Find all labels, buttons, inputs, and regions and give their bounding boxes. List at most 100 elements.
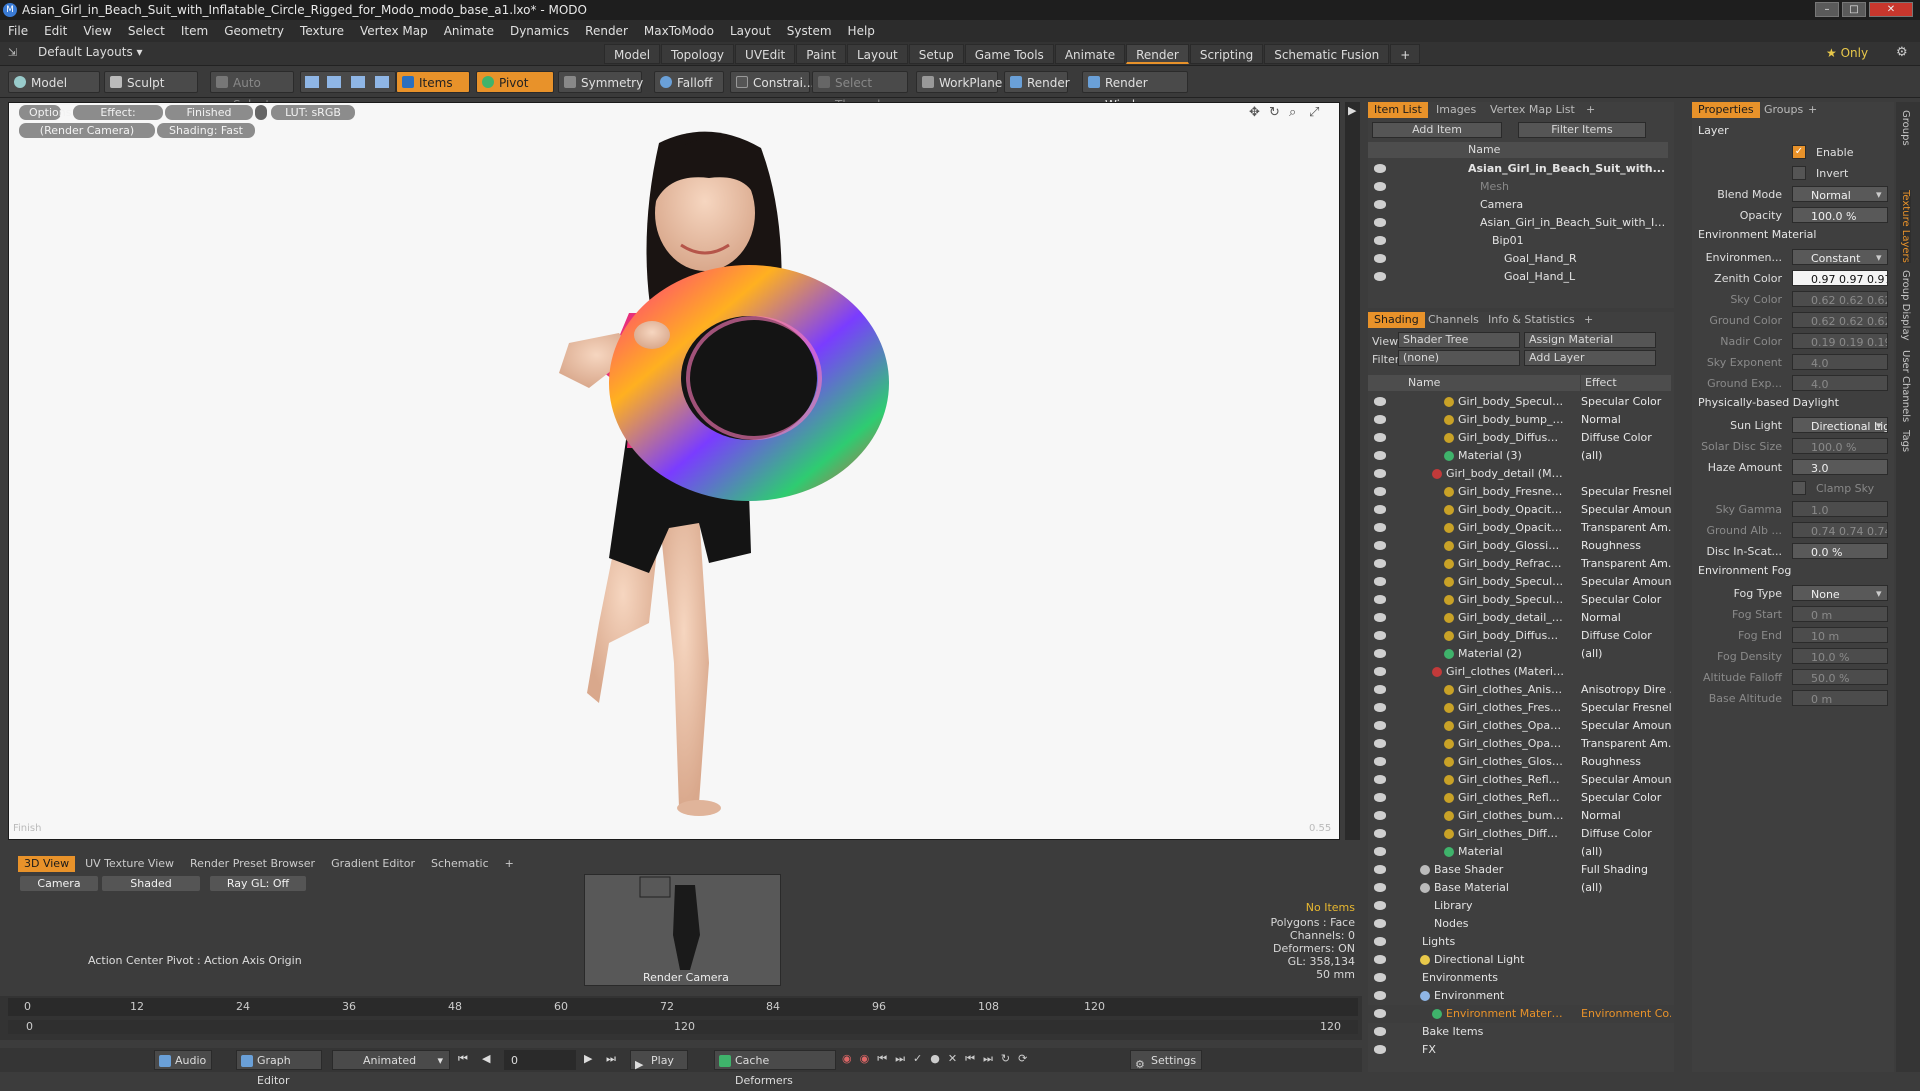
eye-icon[interactable] bbox=[1374, 613, 1386, 622]
prev-key-icon[interactable]: ⏮ bbox=[877, 1052, 887, 1066]
eye-icon[interactable] bbox=[1374, 919, 1386, 928]
item-list-row[interactable]: Bip01 bbox=[1368, 232, 1674, 250]
menu-layout[interactable]: Layout bbox=[722, 20, 779, 42]
play-arrow-icon[interactable]: ▶ bbox=[1348, 104, 1356, 117]
eye-icon[interactable] bbox=[1374, 595, 1386, 604]
filter-items-field[interactable]: Filter Items bbox=[1518, 122, 1646, 138]
eye-icon[interactable] bbox=[1374, 811, 1386, 820]
layout-tab-paint[interactable]: Paint bbox=[796, 44, 846, 64]
model-mode-button[interactable]: Model bbox=[8, 71, 100, 93]
animated-dropdown[interactable]: Animated ▾ bbox=[332, 1050, 450, 1070]
layout-tab-setup[interactable]: Setup bbox=[908, 44, 964, 64]
shader-layer-effect[interactable]: Normal bbox=[1581, 411, 1671, 429]
eye-icon[interactable] bbox=[1374, 1045, 1386, 1054]
pin-icon[interactable] bbox=[255, 105, 267, 120]
property-field[interactable]: 0.97 0.97 0.97 bbox=[1792, 270, 1888, 286]
shader-layer-effect[interactable]: Normal bbox=[1581, 609, 1671, 627]
layout-tab-animate[interactable]: Animate bbox=[1054, 44, 1126, 64]
shading-dropdown[interactable]: Shading: Fast bbox=[157, 123, 255, 138]
view-tab-4[interactable]: Schematic bbox=[425, 856, 495, 872]
layout-tab-uvedit[interactable]: UVEdit bbox=[735, 44, 796, 64]
property-field[interactable]: 0.0 % bbox=[1792, 543, 1888, 559]
property-field[interactable]: 4.0 bbox=[1792, 375, 1888, 391]
shader-tree-row[interactable]: Girl_clothes_Opacit... Transparent Am... bbox=[1368, 735, 1674, 753]
eye-icon[interactable] bbox=[1374, 469, 1386, 478]
eye-icon[interactable] bbox=[1374, 487, 1386, 496]
shader-tree-row[interactable]: Lights bbox=[1368, 933, 1674, 951]
eye-icon[interactable] bbox=[1374, 200, 1386, 209]
shader-tree-row[interactable]: Girl_body_Diffuse (... Diffuse Color bbox=[1368, 627, 1674, 645]
workplane-button[interactable]: WorkPlane bbox=[916, 71, 1002, 93]
shader-tree-row[interactable]: Library bbox=[1368, 897, 1674, 915]
falloff-button[interactable]: Falloff bbox=[654, 71, 724, 93]
eye-icon[interactable] bbox=[1374, 541, 1386, 550]
eye-icon[interactable] bbox=[1374, 649, 1386, 658]
play-button[interactable]: ▶ Play bbox=[630, 1050, 688, 1071]
render-camera-dropdown[interactable]: (Render Camera) bbox=[19, 123, 155, 138]
layout-tab-model[interactable]: Model bbox=[604, 44, 661, 64]
audio-button[interactable]: Audio bbox=[154, 1050, 212, 1070]
eye-icon[interactable] bbox=[1374, 775, 1386, 784]
first-frame-icon[interactable]: ⏮ bbox=[458, 1052, 468, 1066]
timeline[interactable]: 0 12 24 36 48 60 72 84 96 108 120 0 120 120 bbox=[0, 996, 1362, 1040]
filter-dropdown[interactable]: (none) bbox=[1398, 350, 1520, 366]
shader-tree-row[interactable]: Girl_clothes_Fresn ... Specular Fresnel bbox=[1368, 699, 1674, 717]
only-toggle[interactable]: ★ Only bbox=[1826, 46, 1868, 60]
shader-tree-row[interactable]: Environments bbox=[1368, 969, 1674, 987]
sculpt-mode-button[interactable]: Sculpt bbox=[104, 71, 198, 93]
shader-tree-row[interactable]: Material (all) bbox=[1368, 843, 1674, 861]
layout-tab-schematic-fusion[interactable]: Schematic Fusion bbox=[1264, 44, 1390, 64]
pan-icon[interactable]: ✥ bbox=[1249, 105, 1260, 120]
edges-icon[interactable] bbox=[327, 76, 341, 88]
side-tab-0[interactable]: Groups bbox=[1900, 110, 1911, 146]
property-field[interactable]: Directional Light bbox=[1792, 417, 1888, 433]
property-field[interactable]: 1.0 bbox=[1792, 501, 1888, 517]
maximize-button[interactable]: □ bbox=[1842, 2, 1866, 17]
menu-texture[interactable]: Texture bbox=[292, 20, 352, 42]
menu-system[interactable]: System bbox=[779, 20, 840, 42]
shaded-dropdown[interactable]: Shaded bbox=[102, 876, 200, 891]
minimize-button[interactable]: – bbox=[1815, 2, 1839, 17]
shader-layer-effect[interactable]: Diffuse Color bbox=[1581, 429, 1671, 447]
property-field[interactable]: 10 m bbox=[1792, 627, 1888, 643]
graph-editor-button[interactable]: Graph Editor bbox=[236, 1050, 322, 1087]
materials-icon[interactable] bbox=[375, 76, 389, 88]
camera-preview[interactable]: Render Camera bbox=[584, 874, 781, 986]
pivot-mode-button[interactable]: Pivot bbox=[476, 71, 554, 93]
shader-layer-effect[interactable]: Normal bbox=[1581, 807, 1671, 825]
select-through-button[interactable]: Select Through bbox=[812, 71, 908, 112]
render-button[interactable]: Render bbox=[1004, 71, 1070, 93]
polygons-icon[interactable] bbox=[351, 76, 365, 88]
property-field[interactable]: 0.19 0.19 0.19 bbox=[1792, 333, 1888, 349]
eye-icon[interactable] bbox=[1374, 433, 1386, 442]
eye-icon[interactable] bbox=[1374, 667, 1386, 676]
shader-tree-row[interactable]: Girl_body_Diffuse (... Diffuse Color bbox=[1368, 429, 1674, 447]
shader-tree-row[interactable]: Girl_body_Glossine ... Roughness bbox=[1368, 537, 1674, 555]
shader-layer-effect[interactable]: Full Shading bbox=[1581, 861, 1671, 879]
layout-tab-game-tools[interactable]: Game Tools bbox=[964, 44, 1054, 64]
3d-viewport[interactable]: Options Effect: (Shadi... Finished LUT: … bbox=[8, 102, 1340, 840]
checkbox[interactable] bbox=[1792, 166, 1806, 180]
shader-tree-row[interactable]: Girl_body_Specular... Specular Amount bbox=[1368, 573, 1674, 591]
menu-maxtomodo[interactable]: MaxToModo bbox=[636, 20, 722, 42]
panel-tab-1[interactable]: Images bbox=[1430, 102, 1482, 118]
shader-tree-row[interactable]: Girl_body_detail (Mat... bbox=[1368, 465, 1674, 483]
eye-icon[interactable] bbox=[1374, 973, 1386, 982]
items-mode-button[interactable]: Items bbox=[396, 71, 470, 93]
shader-tree-row[interactable]: Girl_clothes (Material) bbox=[1368, 663, 1674, 681]
checkbox[interactable]: ✓ bbox=[1792, 145, 1806, 159]
shader-tree-row[interactable]: FX bbox=[1368, 1041, 1674, 1059]
shader-tree-row[interactable]: Girl_clothes_Reflec ... Specular Color bbox=[1368, 789, 1674, 807]
eye-icon[interactable] bbox=[1374, 793, 1386, 802]
panel-tab-2[interactable]: + bbox=[1802, 102, 1823, 118]
shader-layer-effect[interactable]: Diffuse Color bbox=[1581, 825, 1671, 843]
property-field[interactable]: Constant bbox=[1792, 249, 1888, 265]
shader-layer-effect[interactable]: (all) bbox=[1581, 447, 1671, 465]
property-field[interactable]: 0.74 0.74 0.74 bbox=[1792, 522, 1888, 538]
shader-layer-effect[interactable]: Environment Co... bbox=[1581, 1005, 1671, 1023]
step-forward-icon[interactable]: ⏭ bbox=[983, 1052, 993, 1066]
gear-icon[interactable]: ⚙ bbox=[1896, 45, 1908, 60]
prev-frame-icon[interactable]: ◀ bbox=[482, 1052, 490, 1065]
shader-layer-effect[interactable]: Specular Amount bbox=[1581, 771, 1671, 789]
shader-layer-effect[interactable]: Transparent Am... bbox=[1581, 735, 1671, 753]
